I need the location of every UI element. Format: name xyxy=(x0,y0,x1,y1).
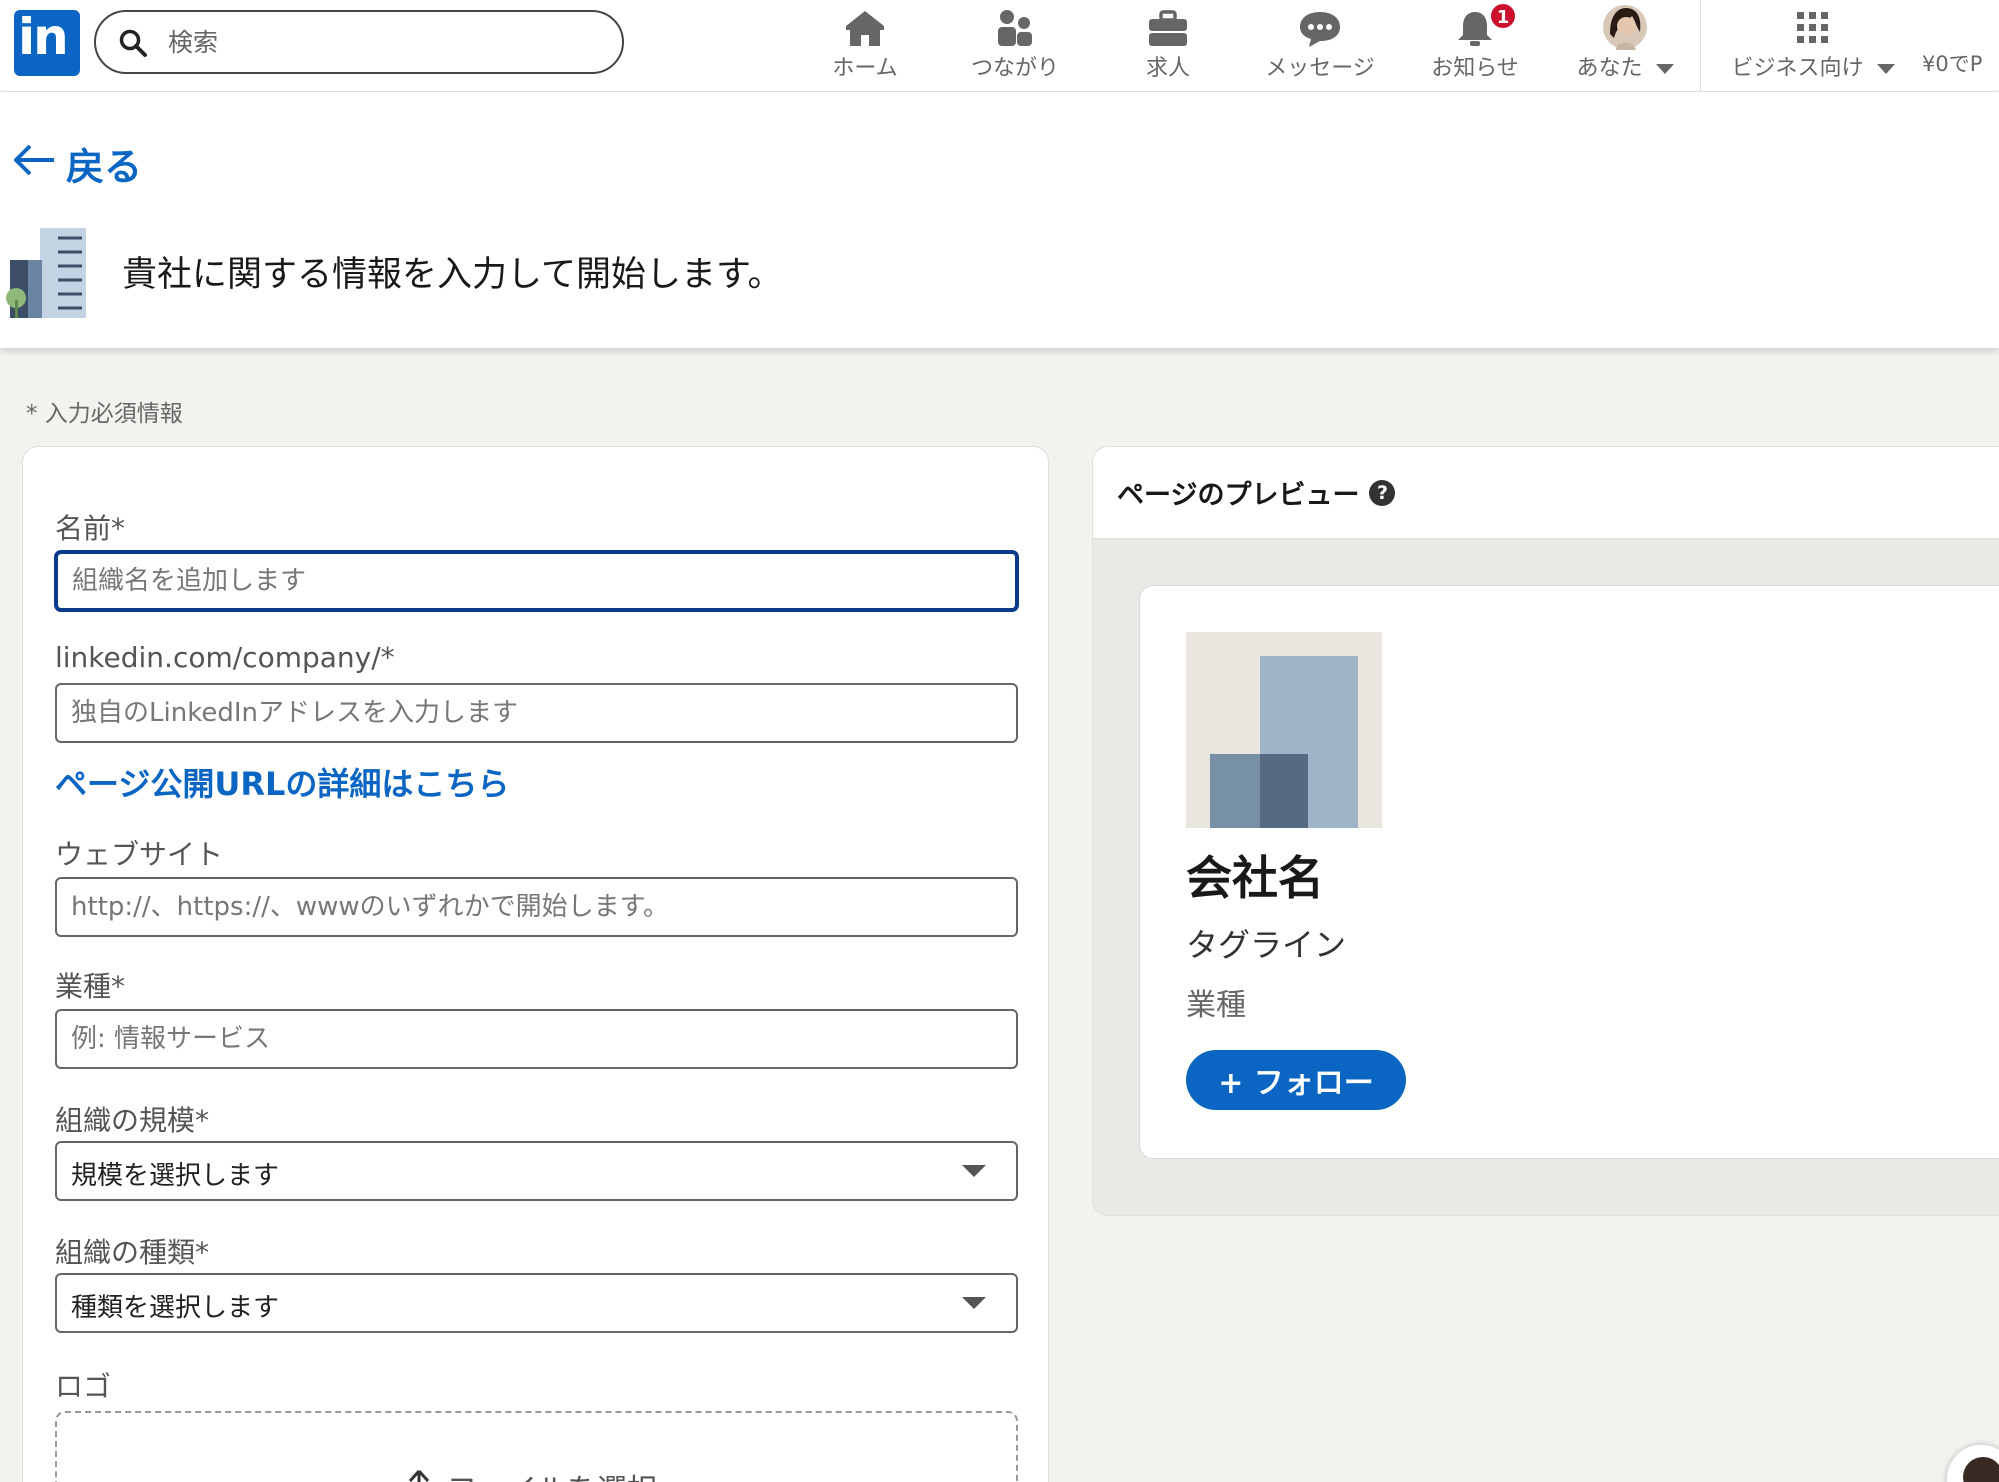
industry-input[interactable] xyxy=(55,1009,1018,1069)
nav-label-network: つながり xyxy=(970,56,1059,81)
jobs-icon xyxy=(1146,8,1190,52)
search-box[interactable] xyxy=(94,10,624,74)
name-label: 名前* xyxy=(55,512,126,545)
nav-label-me: あなた xyxy=(1560,50,1690,82)
company-form: 名前* linkedin.com/company/* ページ公開URLの詳細はこ… xyxy=(22,446,1049,1482)
name-input[interactable] xyxy=(55,551,1018,611)
company-logo-placeholder-icon xyxy=(1186,632,1382,832)
follow-button[interactable]: + フォロー xyxy=(1186,1050,1406,1110)
preview-company-name: 会社名 xyxy=(1186,851,1324,905)
help-icon[interactable]: ? xyxy=(1369,479,1396,506)
preview-title: ページのプレビュー ? xyxy=(1117,473,1396,512)
network-icon xyxy=(993,8,1037,52)
premium-link[interactable]: ¥0でP xyxy=(1922,48,1982,78)
avatar xyxy=(1963,1457,1999,1482)
back-button[interactable]: 戻る xyxy=(12,136,142,191)
building-illustration-icon xyxy=(6,226,90,324)
messaging-overlay-avatar[interactable] xyxy=(1946,1444,1999,1482)
avatar xyxy=(1602,5,1648,54)
required-note: * 入力必須情報 xyxy=(26,401,183,427)
chevron-down-icon xyxy=(1655,64,1674,74)
nav-item-notifications[interactable]: 1 お知らせ xyxy=(1405,2,1545,88)
back-label: 戻る xyxy=(66,145,143,189)
website-input[interactable] xyxy=(55,877,1018,937)
global-nav: in ホーム つながり 求人 メッセージ xyxy=(0,0,1999,92)
nav-label-business: ビジネス向け xyxy=(1718,50,1908,82)
search-input[interactable] xyxy=(168,20,608,64)
nav-item-messaging[interactable]: メッセージ xyxy=(1250,4,1390,88)
preview-industry: 業種 xyxy=(1186,988,1246,1023)
linkedin-logo[interactable]: in xyxy=(14,8,80,76)
public-url-help-link[interactable]: ページ公開URLの詳細はこちら xyxy=(55,759,509,805)
preview-header: ページのプレビュー ? xyxy=(1093,447,1999,539)
arrow-left-icon xyxy=(12,142,56,186)
nav-label-jobs: 求人 xyxy=(1145,56,1190,81)
industry-label: 業種* xyxy=(55,970,126,1003)
home-icon xyxy=(843,8,887,52)
logo-dropzone[interactable]: ファイルを選択 xyxy=(55,1411,1018,1482)
page-preview: ページのプレビュー ? 会社名 タグライン 業種 + フォロー xyxy=(1092,446,1999,1216)
preview-card: 会社名 タグライン 業種 + フォロー xyxy=(1139,585,1999,1159)
messaging-icon xyxy=(1297,8,1343,52)
type-select-value: 種類を選択します xyxy=(71,1293,280,1323)
preview-title-text: ページのプレビュー xyxy=(1117,480,1360,511)
logo-text: in xyxy=(18,8,69,66)
logo-label: ロゴ xyxy=(55,1370,112,1403)
nav-item-business[interactable]: ビジネス向け xyxy=(1718,4,1908,88)
nav-item-home[interactable]: ホーム xyxy=(800,4,930,88)
chevron-down-icon xyxy=(1876,64,1895,74)
grid-icon xyxy=(1793,8,1833,52)
search-icon xyxy=(118,28,148,62)
nav-label-home: ホーム xyxy=(832,56,898,81)
size-select-value: 規模を選択します xyxy=(71,1161,280,1191)
page-title: 貴社に関する情報を入力して開始します。 xyxy=(122,255,783,295)
type-select[interactable]: 種類を選択します xyxy=(55,1273,1018,1333)
me-label-text: あなた xyxy=(1576,56,1643,81)
nav-divider xyxy=(1700,0,1701,92)
business-label-text: ビジネス向け xyxy=(1731,56,1864,81)
url-label: linkedin.com/company/* xyxy=(55,641,395,674)
nav-label-messaging: メッセージ xyxy=(1265,56,1375,81)
caret-down-icon xyxy=(962,1165,986,1177)
url-input[interactable] xyxy=(55,683,1018,743)
nav-item-me[interactable]: あなた xyxy=(1560,4,1690,88)
caret-down-icon xyxy=(962,1297,986,1309)
website-label: ウェブサイト xyxy=(55,838,224,871)
page-header: 戻る 貴社に関する情報を入力して開始します。 xyxy=(0,92,1999,348)
nav-item-jobs[interactable]: 求人 xyxy=(1103,4,1233,88)
size-label: 組織の規模* xyxy=(55,1104,210,1137)
nav-label-notifications: お知らせ xyxy=(1431,56,1519,81)
notification-badge: 1 xyxy=(1489,2,1517,30)
upload-arrow-icon xyxy=(407,1468,431,1482)
type-label: 組織の種類* xyxy=(55,1236,210,1269)
upload-label: ファイルを選択 xyxy=(447,1465,657,1482)
preview-tagline: タグライン xyxy=(1186,926,1347,964)
size-select[interactable]: 規模を選択します xyxy=(55,1141,1018,1201)
nav-item-network[interactable]: つながり xyxy=(950,4,1080,88)
upload-button[interactable]: ファイルを選択 xyxy=(407,1465,657,1482)
